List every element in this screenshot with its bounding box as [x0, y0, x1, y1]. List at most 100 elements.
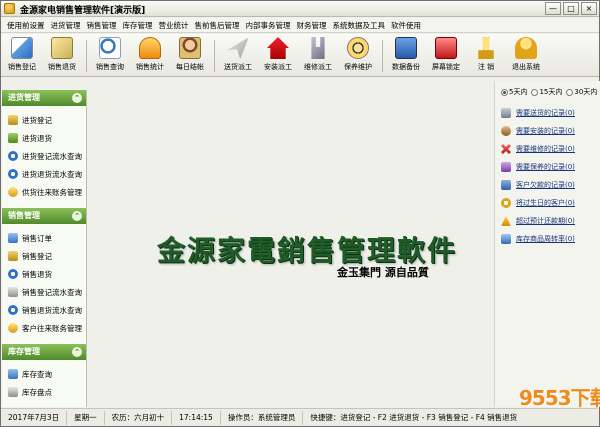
brand-logo: 金源家電銷售管理軟件: [157, 234, 458, 267]
toolbar-repair-dispatch-button[interactable]: 维修派工: [300, 37, 336, 75]
reminder-birthday-link[interactable]: 将过生日的客户(0): [501, 194, 575, 212]
toolbar-data-backup-button[interactable]: 数据备份: [388, 37, 424, 75]
return-icon: [8, 133, 18, 143]
menu-finance[interactable]: 财务管理: [297, 20, 327, 31]
logout-icon: [478, 37, 494, 59]
toolbar-sales-query-button[interactable]: 销售查询: [92, 37, 128, 75]
toolbar-daily-checkout-button[interactable]: 每日结帐: [172, 37, 208, 75]
sidebar-item-sales-order[interactable]: 销售订单: [8, 229, 86, 247]
register-icon: [8, 115, 18, 125]
reminder-turnover-link[interactable]: 库存商品周转率(0): [501, 230, 575, 248]
menu-purchase[interactable]: 进货管理: [51, 20, 81, 31]
menu-internal-affairs[interactable]: 内部事务管理: [246, 20, 291, 31]
order-icon: [8, 233, 18, 243]
toolbar-screen-lock-button[interactable]: 屏幕锁定: [428, 37, 464, 75]
search-icon: [8, 169, 18, 179]
warning-icon: [501, 216, 511, 226]
app-window: 金源家电销售管理软件[演示版] — □ × 使用前设置 进货管理 销售管理 库存…: [0, 0, 600, 427]
reminder-panel: 5天内 15天内 30天内 需要送货的记录(0) 需要安装的记录(0) 需要维修…: [494, 81, 600, 407]
sidebar-section-title: 库存管理: [8, 347, 40, 356]
menu-software-help[interactable]: 软件使用: [391, 20, 421, 31]
accounts-icon: [8, 187, 18, 197]
toolbar-exit-button[interactable]: 退出系统: [508, 37, 544, 75]
toolbar-delivery-dispatch-button[interactable]: 送货派工: [220, 37, 256, 75]
reminder-delivery-link[interactable]: 需要送货的记录(0): [501, 104, 575, 122]
toolbar-separator: [382, 40, 383, 72]
maximize-button[interactable]: □: [563, 2, 579, 15]
close-button[interactable]: ×: [581, 2, 597, 15]
brand-slogan: 金玉集門 源自品質: [337, 266, 429, 279]
menu-inventory[interactable]: 库存管理: [123, 20, 153, 31]
reminder-install-link[interactable]: 需要安装的记录(0): [501, 122, 575, 140]
menu-system-tools[interactable]: 系统数据及工具: [333, 20, 386, 31]
status-time: 17:14:15: [172, 410, 221, 425]
backup-icon: [395, 37, 417, 59]
count-icon: [8, 387, 18, 397]
toolbar-install-dispatch-button[interactable]: 安装派工: [260, 37, 296, 75]
reminder-list: 需要送货的记录(0) 需要安装的记录(0) 需要维修的记录(0) 需要保养的记录…: [501, 104, 575, 248]
sidebar-item-purchase-return[interactable]: 进货退货: [8, 129, 86, 147]
return-icon: [51, 37, 73, 59]
collapse-icon[interactable]: ⌃: [72, 347, 82, 357]
toolbar-sales-register-button[interactable]: 销售登记: [4, 37, 40, 75]
reminder-overdue-link[interactable]: 超过预计还款期(0): [501, 212, 575, 230]
status-weekday: 星期一: [67, 410, 105, 425]
query-icon: [99, 37, 121, 59]
status-lunar-date: 农历：六月初十: [105, 410, 173, 425]
toolbar-separator: [86, 40, 87, 72]
range-radio-30-days[interactable]: 30天内: [566, 87, 597, 97]
stats-icon: [139, 37, 161, 59]
reminder-debt-link[interactable]: 客户欠款的记录(0): [501, 176, 575, 194]
range-radio-5-days[interactable]: 5天内: [501, 87, 527, 97]
reminder-repair-link[interactable]: 需要维修的记录(0): [501, 140, 575, 158]
sidebar-section-body: 库存查询 库存盘点: [2, 360, 86, 407]
range-radio-15-days[interactable]: 15天内: [531, 87, 562, 97]
minimize-button[interactable]: —: [545, 2, 561, 15]
lock-icon: [435, 37, 457, 59]
sidebar-item-purchase-return-log[interactable]: 进货退货流水查询: [8, 165, 86, 183]
delivery-icon: [501, 108, 511, 118]
toolbar-logout-button[interactable]: 注 销: [468, 37, 504, 75]
sidebar-item-purchase-register[interactable]: 进货登记: [8, 111, 86, 129]
menu-setup[interactable]: 使用前设置: [7, 20, 45, 31]
sidebar-item-inventory-count[interactable]: 库存盘点: [8, 383, 86, 401]
sidebar-item-customer-accounts[interactable]: 客户往来账务管理: [8, 319, 86, 337]
sidebar-item-purchase-register-log[interactable]: 进货登记流水查询: [8, 147, 86, 165]
toolbar-maintenance-button[interactable]: 保养维护: [340, 37, 376, 75]
sidebar-item-sales-return-log[interactable]: 销售退货流水查询: [8, 301, 86, 319]
daily-checkout-icon: [179, 37, 201, 59]
app-logo-icon: [4, 3, 15, 14]
toolbar-sales-stats-button[interactable]: 销售统计: [132, 37, 168, 75]
sidebar-section-inventory[interactable]: 库存管理 ⌃: [2, 344, 86, 360]
menu-after-sales[interactable]: 售前售后管理: [195, 20, 240, 31]
menu-statistics[interactable]: 营业统计: [159, 20, 189, 31]
window-controls: — □ ×: [545, 2, 597, 15]
toolbar-sales-return-button[interactable]: 销售退货: [44, 37, 80, 75]
sidebar-section-sales[interactable]: 销售管理 ⌃: [2, 208, 86, 224]
birthday-icon: [501, 198, 511, 208]
inventory-icon: [8, 369, 18, 379]
sidebar-item-sales-register-log[interactable]: 销售登记流水查询: [8, 283, 86, 301]
turnover-icon: [501, 234, 511, 244]
collapse-icon[interactable]: ⌃: [72, 93, 82, 103]
main-workspace: 金源家電銷售管理軟件 金玉集門 源自品質: [89, 81, 495, 407]
maintain-icon: [501, 162, 511, 172]
search-icon: [8, 305, 18, 315]
status-shortcuts: 快捷键：进货登记 - F2 进货退货 - F3 销售登记 - F4 销售退货: [310, 412, 518, 422]
site-watermark: 9553下载: [519, 386, 600, 410]
sidebar-section-title: 销售管理: [8, 211, 40, 220]
sidebar-item-inventory-query[interactable]: 库存查询: [8, 365, 86, 383]
sidebar-section-body: 进货登记 进货退货 进货登记流水查询 进货退货流水查询 供货往来账务管理: [2, 106, 86, 208]
collapse-icon[interactable]: ⌃: [72, 211, 82, 221]
sidebar-item-supplier-accounts[interactable]: 供货往来账务管理: [8, 183, 86, 201]
register-icon: [11, 37, 33, 59]
menu-sales[interactable]: 销售管理: [87, 20, 117, 31]
status-operator: 操作员：系统管理员: [221, 410, 304, 425]
menu-bar: 使用前设置 进货管理 销售管理 库存管理 营业统计 售前售后管理 内部事务管理 …: [1, 18, 599, 33]
sidebar-item-sales-return[interactable]: 销售退货: [8, 265, 86, 283]
reminder-maintenance-link[interactable]: 需要保养的记录(0): [501, 158, 575, 176]
status-date: 2017年7月3日: [1, 410, 68, 425]
search-icon: [8, 151, 18, 161]
sidebar-item-sales-register[interactable]: 销售登记: [8, 247, 86, 265]
sidebar-section-purchase[interactable]: 进货管理 ⌃: [2, 90, 86, 106]
